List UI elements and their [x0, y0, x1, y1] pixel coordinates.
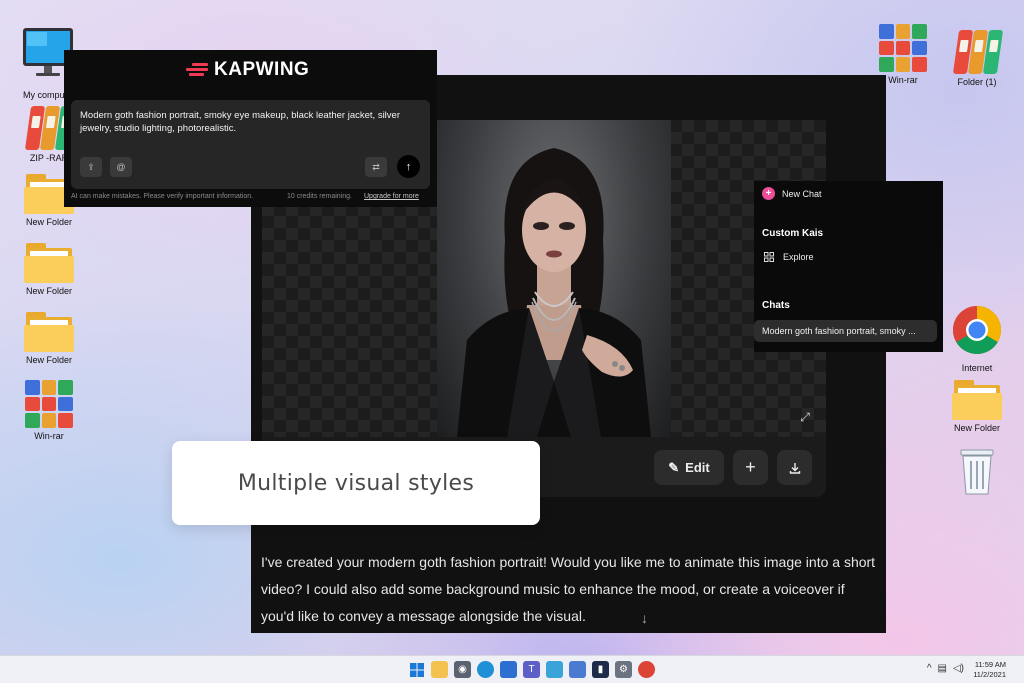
clock-date: 11/2/2021 — [973, 670, 1006, 679]
add-button[interactable]: + — [733, 450, 768, 485]
desktop-icon-label: Folder (1) — [957, 77, 997, 87]
desktop-icon-label: New Folder — [25, 355, 72, 365]
folder-icon — [24, 312, 74, 352]
plus-icon: + — [745, 457, 756, 477]
teams-icon[interactable]: T — [523, 661, 540, 678]
scroll-down-icon[interactable]: ↓ — [641, 610, 648, 626]
chats-heading: Chats — [762, 300, 790, 311]
chrome-icon — [952, 306, 1002, 355]
grid-icon — [764, 252, 774, 262]
folder-icon — [952, 380, 1002, 420]
kapwing-logo-icon — [186, 62, 208, 78]
at-icon[interactable]: @ — [110, 157, 132, 177]
app-icon-active[interactable]: ▮ — [592, 661, 609, 678]
desktop-icon-label: New Folder — [953, 423, 1000, 433]
volume-icon[interactable]: ◁) — [953, 663, 964, 674]
folder-icon — [24, 243, 74, 283]
wifi-icon[interactable]: ▤ — [938, 663, 947, 674]
chrome-taskbar-icon[interactable] — [638, 661, 655, 678]
edit-button[interactable]: ✎ Edit — [654, 450, 724, 485]
callout-text: Multiple visual styles — [237, 470, 475, 496]
generated-portrait-image[interactable] — [437, 120, 671, 437]
custom-kais-heading: Custom Kais — [762, 228, 824, 239]
desktop-icon-new-folder-3[interactable]: New Folder — [14, 312, 84, 365]
desktop-icon-recycle-bin[interactable] — [942, 446, 1012, 501]
photos-icon[interactable] — [546, 661, 563, 678]
new-chat-button[interactable]: + New Chat — [762, 187, 822, 200]
edit-label: Edit — [685, 460, 710, 475]
desktop-icon-label: Win-rar — [34, 431, 64, 441]
camera-icon[interactable]: ◉ — [454, 661, 471, 678]
explore-button[interactable]: Explore — [764, 252, 814, 262]
file-explorer-icon[interactable] — [431, 661, 448, 678]
desktop-icon-new-folder-right[interactable]: New Folder — [942, 380, 1012, 433]
download-button[interactable] — [777, 450, 812, 485]
system-tray: ^ ▤ ◁) — [927, 663, 964, 674]
desktop-icon-label: New Folder — [25, 286, 72, 296]
new-chat-label: New Chat — [782, 188, 822, 199]
binders-icon — [952, 26, 1004, 74]
prompt-text[interactable]: Modern goth fashion portrait, smoky eye … — [80, 109, 415, 135]
desktop-icon-label: Internet — [961, 363, 993, 373]
edge-icon[interactable] — [477, 661, 494, 678]
winrar-icon — [879, 24, 927, 72]
credits-remaining: 10 credits remaining. — [287, 193, 352, 200]
explore-label: Explore — [783, 252, 814, 262]
desktop-icon-internet[interactable]: Internet — [942, 305, 1012, 373]
chat-sidebar: + New Chat Custom Kais Explore Chats Mod… — [754, 181, 943, 352]
assistant-reply: I've created your modern goth fashion po… — [261, 554, 876, 624]
kapwing-logo: KAPWING — [186, 59, 309, 81]
chevron-up-icon[interactable]: ^ — [927, 663, 932, 674]
ai-disclaimer: AI can make mistakes. Please verify impo… — [71, 193, 254, 200]
download-icon — [789, 462, 800, 474]
desktop-icon-folder-1[interactable]: Folder (1) — [942, 26, 1012, 87]
pencil-icon: ✎ — [668, 459, 680, 475]
upload-icon[interactable]: ⇪ — [80, 157, 102, 177]
store-icon[interactable] — [500, 661, 517, 678]
desktop-icon-label: New Folder — [25, 217, 72, 227]
kapwing-wordmark: KAPWING — [214, 59, 310, 80]
upgrade-link[interactable]: Upgrade for more — [364, 193, 419, 200]
windows-start-icon[interactable] — [408, 661, 425, 678]
desktop-icon-new-folder-2[interactable]: New Folder — [14, 243, 84, 296]
settings-gear-icon[interactable]: ⚙ — [615, 661, 632, 678]
arrow-up-icon[interactable]: ↑ — [397, 155, 420, 178]
sliders-icon[interactable]: ⇄ — [365, 157, 387, 177]
expand-icon[interactable]: ⤢ — [798, 410, 812, 424]
chat-list-item[interactable]: Modern goth fashion portrait, smoky ... — [754, 320, 937, 342]
trash-icon — [960, 449, 994, 495]
kapwing-prompt-panel: KAPWING Modern goth fashion portrait, sm… — [64, 50, 437, 207]
taskbar-clock[interactable]: 11:59 AM 11/2/2021 — [973, 660, 1006, 680]
winrar-icon — [25, 380, 73, 428]
network-icon[interactable] — [569, 661, 586, 678]
clock-time: 11:59 AM — [974, 660, 1006, 669]
desktop-icon-win-rar-left[interactable]: Win-rar — [14, 380, 84, 441]
feature-callout: Multiple visual styles — [172, 441, 540, 525]
taskbar: ◉ T ▮ ⚙ ^ ▤ ◁) 11:59 AM 11/2/2021 — [0, 655, 1024, 683]
plus-circle-icon: + — [762, 187, 775, 200]
